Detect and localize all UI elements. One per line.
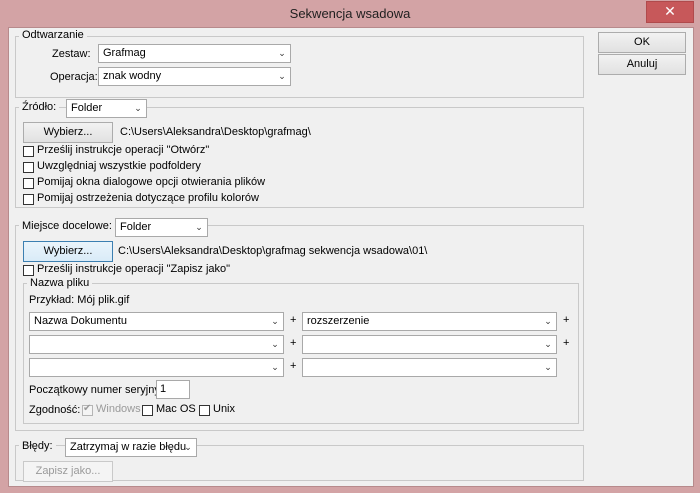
windows-label: Windows — [96, 403, 141, 415]
source-option-label: Pomijaj ostrzeżenia dotyczące profilu ko… — [37, 192, 259, 204]
source-label: Źródło: — [19, 101, 60, 113]
source-option-label: Prześlij instrukcje operacji "Otwórz" — [37, 144, 210, 156]
unix-label: Unix — [213, 403, 236, 415]
window-title: Sekwencja wsadowa — [289, 6, 411, 21]
source-value: Folder — [71, 102, 103, 114]
close-button[interactable]: ✕ — [646, 1, 694, 23]
naming-right-select[interactable]: ⌄ — [302, 335, 557, 354]
source-option-checkbox[interactable] — [23, 162, 34, 173]
naming-left-value: Nazwa Dokumentu — [34, 315, 127, 327]
dialog-body: OK Anuluj Odtwarzanie Zestaw: Grafmag ⌄ … — [8, 27, 694, 487]
destination-label: Miejsce docelowe: — [19, 220, 115, 232]
batch-dialog: Sekwencja wsadowa ✕ OK Anuluj Odtwarzani… — [0, 0, 700, 493]
file-naming-example: Przykład: Mój plik.gif — [29, 294, 130, 306]
chevron-down-icon: ⌄ — [271, 316, 279, 326]
file-naming-legend: Nazwa pliku — [27, 277, 93, 289]
naming-right-value: rozszerzenie — [307, 315, 370, 327]
chevron-down-icon: ⌄ — [544, 339, 552, 349]
chevron-down-icon: ⌄ — [195, 222, 203, 232]
cancel-button[interactable]: Anuluj — [598, 54, 686, 75]
compat-label: Zgodność: — [29, 404, 81, 416]
destination-select[interactable]: Folder ⌄ — [115, 218, 208, 237]
set-value: Grafmag — [103, 47, 146, 59]
plus-sign: + — [290, 314, 297, 326]
action-value: znak wodny — [103, 70, 162, 82]
source-option-checkbox[interactable] — [23, 194, 34, 205]
naming-left-select[interactable]: Nazwa Dokumentu ⌄ — [29, 312, 284, 331]
source-select[interactable]: Folder ⌄ — [66, 99, 147, 118]
chevron-down-icon: ⌄ — [271, 362, 279, 372]
override-save-label: Prześlij instrukcje operacji "Zapisz jak… — [37, 263, 231, 275]
plus-sign: + — [563, 337, 570, 349]
source-path: C:\Users\Aleksandra\Desktop\grafmag\ — [120, 126, 311, 138]
windows-checkbox[interactable]: ✔ — [82, 403, 93, 416]
naming-right-select[interactable]: ⌄ — [302, 358, 557, 377]
destination-path: C:\Users\Aleksandra\Desktop\grafmag sekw… — [118, 245, 428, 257]
unix-checkbox[interactable] — [199, 405, 210, 416]
errors-select[interactable]: Zatrzymaj w razie błędu ⌄ — [65, 438, 197, 457]
action-label: Operacja: — [50, 71, 98, 83]
set-select[interactable]: Grafmag ⌄ — [98, 44, 291, 63]
chevron-down-icon: ⌄ — [271, 339, 279, 349]
chevron-down-icon: ⌄ — [184, 442, 192, 452]
chevron-down-icon: ⌄ — [544, 316, 552, 326]
macos-label: Mac OS — [156, 403, 196, 415]
source-option-checkbox[interactable] — [23, 178, 34, 189]
naming-left-select[interactable]: ⌄ — [29, 358, 284, 377]
destination-value: Folder — [120, 221, 152, 233]
naming-left-select[interactable]: ⌄ — [29, 335, 284, 354]
ok-button[interactable]: OK — [598, 32, 686, 53]
set-label: Zestaw: — [52, 48, 91, 60]
plus-sign: + — [290, 360, 297, 372]
play-legend: Odtwarzanie — [19, 29, 87, 41]
plus-sign: + — [563, 314, 570, 326]
destination-choose-button[interactable]: Wybierz... — [23, 241, 113, 262]
action-select[interactable]: znak wodny ⌄ — [98, 67, 291, 86]
chevron-down-icon: ⌄ — [134, 103, 142, 113]
check-icon: ✔ — [83, 403, 92, 414]
source-option-checkbox[interactable] — [23, 146, 34, 157]
source-option-label: Uwzględniaj wszystkie podfoldery — [37, 160, 201, 172]
plus-sign: + — [290, 337, 297, 349]
source-choose-button[interactable]: Wybierz... — [23, 122, 113, 143]
errors-value: Zatrzymaj w razie błędu — [70, 441, 187, 453]
chevron-down-icon: ⌄ — [278, 48, 286, 58]
macos-checkbox[interactable] — [142, 405, 153, 416]
override-save-checkbox[interactable] — [23, 265, 34, 276]
title-bar: Sekwencja wsadowa ✕ — [0, 0, 700, 27]
save-log-button[interactable]: Zapisz jako... — [23, 461, 113, 482]
naming-right-select[interactable]: rozszerzenie ⌄ — [302, 312, 557, 331]
source-option-label: Pomijaj okna dialogowe opcji otwierania … — [37, 176, 266, 188]
chevron-down-icon: ⌄ — [278, 71, 286, 81]
serial-input[interactable]: 1 — [156, 380, 190, 399]
serial-label: Początkowy numer seryjny: — [29, 384, 163, 396]
chevron-down-icon: ⌄ — [544, 362, 552, 372]
errors-label: Błędy: — [19, 440, 56, 452]
